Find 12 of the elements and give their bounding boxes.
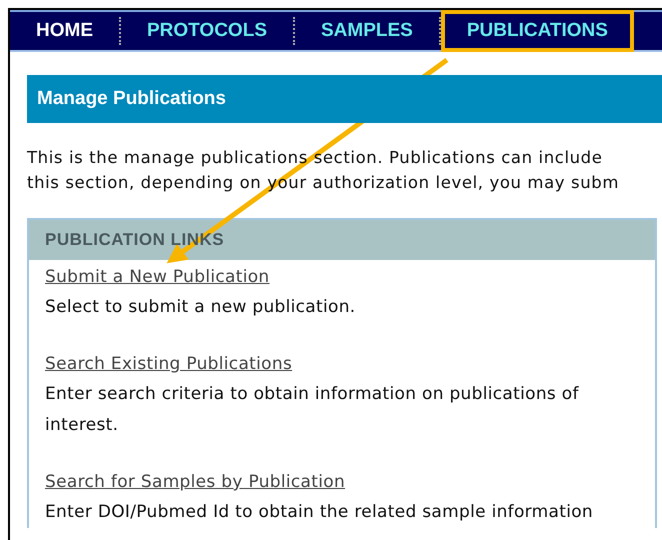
- link[interactable]: Submit a New Publication: [45, 262, 270, 292]
- page-title: Manage Publications: [27, 75, 662, 123]
- nav-tab[interactable]: PROTOCOLS: [121, 10, 293, 52]
- nav-tab[interactable]: SAMPLES: [295, 10, 439, 52]
- link-description: Select to submit a new publication.: [45, 296, 356, 319]
- nav-tab[interactable]: PUBLICATIONS: [440, 10, 634, 52]
- link[interactable]: Search for Samples by Publication: [45, 467, 346, 497]
- link-description: Enter DOI/Pubmed Id to obtain the related sample information: [45, 501, 594, 524]
- nav-tab[interactable]: HOME: [10, 10, 119, 52]
- link-description: Enter search criteria to obtain information on publications of interest.: [45, 383, 580, 437]
- link[interactable]: Search Existing Publications: [45, 349, 292, 379]
- intro-text: This is the manage publications section. Publications can include: [27, 147, 604, 169]
